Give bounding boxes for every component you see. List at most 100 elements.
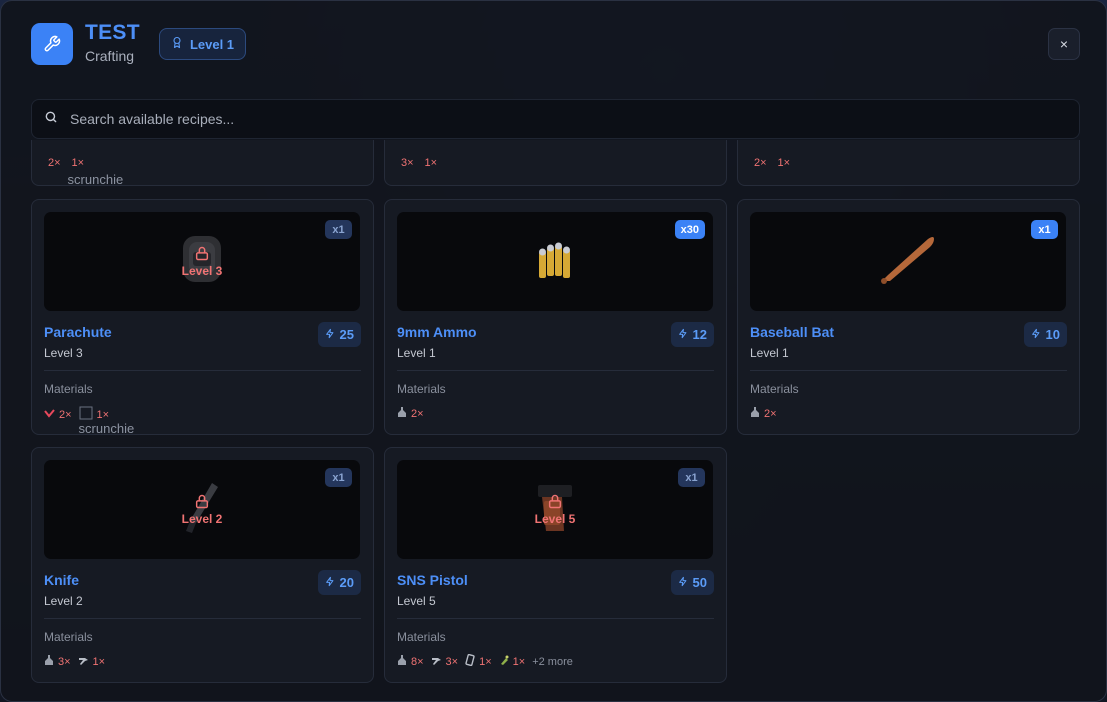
- tool-icon: [431, 655, 442, 669]
- divider: [397, 618, 714, 619]
- materials-list: 3× 1×: [397, 157, 437, 169]
- required-level-label: Level 2: [181, 512, 223, 526]
- recipe-card-partial[interactable]: 2× 1×: [737, 140, 1080, 186]
- recipe-card-partial[interactable]: 2× 1× scrunchie: [31, 140, 374, 187]
- green-item-icon: [499, 655, 509, 669]
- materials-label: Materials: [44, 382, 93, 396]
- xp-badge: 12: [670, 322, 714, 347]
- bolt-icon: [325, 575, 335, 590]
- recipe-level: Level 3: [44, 346, 83, 360]
- materials-list: 2× 1× scrunchie: [44, 406, 134, 436]
- divider: [397, 370, 714, 371]
- material-item: 1×: [465, 653, 492, 669]
- required-level-label: Level 3: [181, 264, 223, 278]
- item-image: x1 Level 3: [44, 212, 360, 311]
- materials-label: Materials: [397, 630, 446, 644]
- close-icon: ×: [1059, 36, 1069, 52]
- yield-badge: x30: [674, 220, 705, 239]
- lock-icon: [195, 494, 209, 509]
- recipe-card-baseball-bat[interactable]: x1 Baseball Bat Level 1 10 Materials 2×: [737, 199, 1080, 435]
- materials-list: 2× 1× scrunchie: [44, 157, 124, 187]
- recipe-name: SNS Pistol: [397, 572, 468, 588]
- bat-icon: [876, 231, 940, 292]
- locked-overlay: Level 5: [397, 460, 713, 559]
- recipe-card-9mm-ammo[interactable]: x30 9mm Ammo Level 1 12 Materials 2×: [384, 199, 727, 435]
- recipe-card-parachute[interactable]: x1 Level 3 Parachute Level 3 25 Material…: [31, 199, 374, 436]
- material-item: 1×: [499, 655, 525, 669]
- recipe-level: Level 2: [44, 594, 83, 608]
- xp-badge: 25: [317, 322, 361, 347]
- materials-label: Materials: [750, 382, 799, 396]
- yield-badge: x1: [1031, 220, 1058, 239]
- recipe-level: Level 5: [397, 594, 436, 608]
- page-title: TEST: [85, 21, 140, 44]
- material-item: 2×: [750, 406, 777, 421]
- search-bar[interactable]: [31, 99, 1080, 139]
- bottle-icon: [397, 406, 407, 421]
- broken-image-alt: scrunchie: [67, 172, 124, 187]
- material-item: 1× scrunchie: [79, 406, 134, 436]
- award-icon: [171, 36, 183, 52]
- lock-icon: [195, 246, 209, 261]
- recipe-name: 9mm Ammo: [397, 324, 477, 340]
- search-input[interactable]: [70, 111, 970, 127]
- recipe-card-sns-pistol[interactable]: x1 Level 5 SNS Pistol Level 5 50 Materia…: [384, 447, 727, 683]
- item-image: x1: [750, 212, 1066, 311]
- material-item: 1×: [78, 655, 105, 669]
- recipe-grid: 2× 1× scrunchie 3× 1× 2× 1× x1 Level 3 P…: [1, 140, 1106, 701]
- red-item-icon: [44, 408, 55, 421]
- divider: [750, 370, 1067, 371]
- lock-icon: [548, 494, 562, 509]
- material-item: 2×: [48, 157, 61, 169]
- material-item: 3×: [401, 157, 414, 169]
- bottle-icon: [397, 654, 407, 669]
- materials-list: 8× 3× 1× 1× +2 more: [397, 653, 573, 669]
- material-item: 1×: [777, 157, 791, 169]
- material-item: 2×: [754, 157, 767, 169]
- bolt-icon: [678, 575, 688, 590]
- recipe-card-knife[interactable]: x1 Level 2 Knife Level 2 20 Materials 3×…: [31, 447, 374, 683]
- bolt-icon: [1031, 327, 1041, 342]
- divider: [44, 618, 361, 619]
- bolt-icon: [325, 327, 335, 342]
- bolt-icon: [678, 327, 688, 342]
- recipe-name: Knife: [44, 572, 79, 588]
- xp-badge: 20: [317, 570, 361, 595]
- player-level-label: Level 1: [189, 36, 235, 52]
- tool-icon: [78, 655, 89, 669]
- xp-badge: 50: [670, 570, 714, 595]
- recipe-level: Level 1: [750, 346, 789, 360]
- item-image: x1 Level 5: [397, 460, 713, 559]
- can-icon: [465, 653, 475, 669]
- material-item: 8×: [397, 654, 424, 669]
- search-icon: [44, 110, 58, 129]
- locked-overlay: Level 3: [44, 212, 360, 311]
- materials-list: 2×: [397, 406, 424, 421]
- recipe-card-partial[interactable]: 3× 1×: [384, 140, 727, 186]
- divider: [44, 370, 361, 371]
- modal-header: TEST Crafting Level 1 ×: [1, 1, 1106, 87]
- material-item: 1×: [424, 157, 438, 169]
- close-button[interactable]: ×: [1048, 28, 1080, 60]
- materials-list: 3× 1×: [44, 654, 105, 669]
- item-image: x30: [397, 212, 713, 311]
- player-level-badge: Level 1: [159, 28, 246, 60]
- wrench-icon: [31, 23, 73, 65]
- required-level-label: Level 5: [534, 512, 576, 526]
- material-item: 2×: [397, 406, 424, 421]
- material-item: 3×: [44, 654, 71, 669]
- material-item: 2×: [44, 409, 72, 421]
- broken-image-alt: scrunchie: [78, 421, 135, 436]
- recipe-level: Level 1: [397, 346, 436, 360]
- materials-label: Materials: [44, 630, 93, 644]
- crafting-modal: TEST Crafting Level 1 × 2× 1×scrunch: [0, 0, 1107, 702]
- material-item: 3×: [431, 655, 458, 669]
- xp-badge: 10: [1023, 322, 1067, 347]
- ammo-icon: [531, 234, 579, 289]
- materials-label: Materials: [397, 382, 446, 396]
- materials-list: 2×: [750, 406, 777, 421]
- material-item: 1× scrunchie: [67, 157, 124, 187]
- locked-overlay: Level 2: [44, 460, 360, 559]
- recipe-name: Baseball Bat: [750, 324, 835, 340]
- page-subtitle: Crafting: [85, 48, 135, 64]
